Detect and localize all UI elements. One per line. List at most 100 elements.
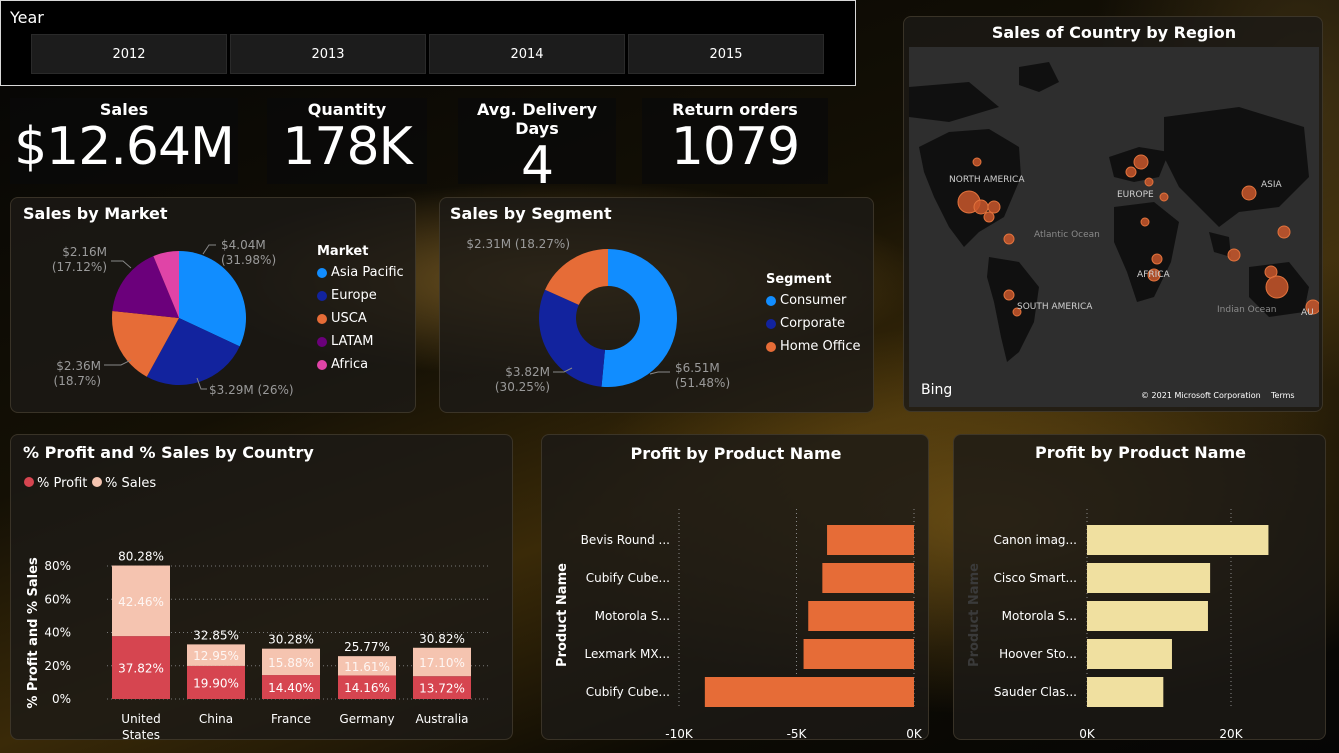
bing-logo: Bing: [921, 382, 952, 398]
map-label: ASIA: [1261, 180, 1283, 190]
kpi-card-sales: Sales $12.64M: [10, 98, 238, 184]
sales-by-segment-panel: Sales by Segment $6.51M (51.48%) $3.82M (30…: [439, 197, 874, 413]
label-leader: [202, 244, 216, 255]
data-label: 42.46%: [118, 595, 164, 609]
profit-by-product-negative-chart[interactable]: -10K -5K 0K Bevis Round ... Cubify Cube... Mo…: [542, 469, 930, 739]
bar[interactable]: [808, 601, 914, 631]
kpi-value: 4: [520, 136, 554, 196]
legend-dot: [766, 341, 776, 352]
total-label: 80.28%: [118, 550, 164, 564]
x-tick-label: States: [122, 728, 160, 739]
y-axis-title: Product Name: [555, 563, 570, 667]
data-label: (31.98%): [221, 253, 276, 267]
legend-label: Asia Pacific: [331, 265, 404, 280]
y-tick-label: 0%: [52, 692, 71, 706]
legend-label[interactable]: % Sales: [105, 476, 156, 491]
legend-dot: [766, 295, 776, 306]
bar[interactable]: [827, 525, 914, 555]
legend-dot: [317, 313, 327, 324]
total-label: 25.77%: [344, 640, 390, 654]
data-label: $6.51M: [675, 361, 720, 375]
x-tick-label: Germany: [339, 712, 394, 726]
bar[interactable]: [1087, 601, 1208, 631]
total-label: 32.85%: [193, 628, 239, 642]
bar[interactable]: [822, 563, 914, 593]
legend-item[interactable]: Europe: [317, 288, 404, 303]
kpi-value: $12.64M: [14, 117, 235, 177]
data-label: $4.04M: [221, 238, 266, 252]
kpi-label: Avg. Delivery Days: [476, 100, 598, 138]
sales-map-panel: Sales of Country by Region NORTH AMERICA…: [903, 16, 1323, 412]
y-tick-label: 20%: [44, 659, 71, 673]
x-tick-label: -10K: [665, 727, 694, 739]
kpi-card-return-orders: Return orders 1079: [642, 98, 828, 184]
y-tick-label: 40%: [44, 626, 71, 640]
bar[interactable]: [803, 639, 914, 669]
data-label: 13.72%: [419, 682, 465, 696]
x-tick-label: 0K: [1079, 727, 1096, 739]
total-label: 30.82%: [419, 632, 465, 646]
legend-item[interactable]: Africa: [317, 357, 404, 372]
legend-label: Corporate: [780, 316, 845, 331]
x-tick-label: Australia: [415, 712, 468, 726]
market-legend: Market Asia Pacific Europe USCA LATAM Africa: [317, 244, 404, 372]
label-leader: [649, 371, 670, 375]
sales-by-market-pie[interactable]: $4.04M(31.98%) $3.29M (26%) $2.36M(18.7%) $…: [11, 202, 311, 412]
year-slicer-label: Year: [10, 8, 44, 27]
profit-by-product-positive-panel: Profit by Product Name 0K 20K Canon imag..…: [953, 434, 1326, 740]
label-leader: [104, 359, 132, 366]
legend-item[interactable]: Home Office: [766, 339, 860, 354]
legend-dot: [317, 336, 327, 347]
chart-title: % Profit and % Sales by Country: [23, 443, 314, 462]
profit-by-product-positive-chart[interactable]: 0K 20K Canon imag... Cisco Smart... Motorola…: [954, 469, 1327, 739]
pie-slice[interactable]: [601, 249, 677, 387]
legend-item[interactable]: Consumer: [766, 293, 860, 308]
map-label: EUROPE: [1117, 190, 1154, 200]
segment-legend: Segment Consumer Corporate Home Office: [766, 272, 860, 354]
sales-by-market-panel: Sales by Market $4.04M (31.98%) $3.29M (26…: [10, 197, 416, 413]
legend-item[interactable]: Corporate: [766, 316, 860, 331]
kpi-card-quantity: Quantity 178K: [267, 98, 427, 184]
data-label: $3.82M: [505, 365, 550, 379]
world-map[interactable]: NORTH AMERICA EUROPE ASIA Atlantic Ocean…: [909, 47, 1319, 407]
bar[interactable]: [1087, 639, 1172, 669]
data-label: (17.12%): [52, 260, 107, 274]
year-button-2014[interactable]: 2014: [429, 34, 625, 74]
y-axis-title: % Profit and % Sales: [26, 557, 41, 709]
bar[interactable]: [704, 677, 914, 707]
legend-title: Market: [317, 244, 369, 259]
legend-label[interactable]: % Profit: [37, 476, 87, 491]
map-copyright: © 2021 Microsoft Corporation: [1141, 391, 1261, 400]
legend-dot: [92, 477, 102, 487]
legend-label: Europe: [331, 288, 377, 303]
kpi-value: 178K: [282, 117, 412, 177]
kpi-card-delivery-days: Avg. Delivery Days 4: [458, 98, 616, 194]
y-tick-label: Sauder Clas...: [994, 685, 1077, 699]
year-button-2015[interactable]: 2015: [628, 34, 824, 74]
legend-item[interactable]: LATAM: [317, 334, 404, 349]
legend-dot: [317, 267, 327, 278]
data-label: 17.10%: [419, 656, 465, 670]
legend-label: Home Office: [780, 339, 861, 354]
legend-item[interactable]: Asia Pacific: [317, 265, 404, 280]
legend-dot: [317, 290, 327, 301]
legend-label: Consumer: [780, 293, 847, 308]
year-button-2012[interactable]: 2012: [31, 34, 227, 74]
bar[interactable]: [1087, 525, 1269, 555]
map-terms-link[interactable]: Terms: [1270, 391, 1295, 400]
legend-label: LATAM: [331, 334, 374, 349]
legend-item[interactable]: USCA: [317, 311, 404, 326]
data-label: 37.82%: [118, 662, 164, 676]
x-tick-label: -5K: [787, 727, 808, 739]
year-button-2013[interactable]: 2013: [230, 34, 426, 74]
profit-sales-by-country-panel: % Profit and % Sales by Country % Profit…: [10, 434, 513, 740]
chart-title: Profit by Product Name: [1034, 443, 1246, 462]
data-label: (18.7%): [54, 374, 101, 388]
bar[interactable]: [1087, 563, 1211, 593]
country-stacked-bar-chart[interactable]: % Profit % Sales 0% 20% 40% 60% 80%% Profit an…: [11, 469, 511, 739]
sales-by-segment-donut[interactable]: $6.51M(51.48%) $3.82M(30.25%) $2.31M (18.2…: [440, 202, 760, 412]
map-label: Indian Ocean: [1217, 305, 1276, 315]
x-tick-label: 20K: [1219, 727, 1243, 739]
bar[interactable]: [1087, 677, 1164, 707]
y-tick-label: Motorola S...: [595, 609, 670, 623]
